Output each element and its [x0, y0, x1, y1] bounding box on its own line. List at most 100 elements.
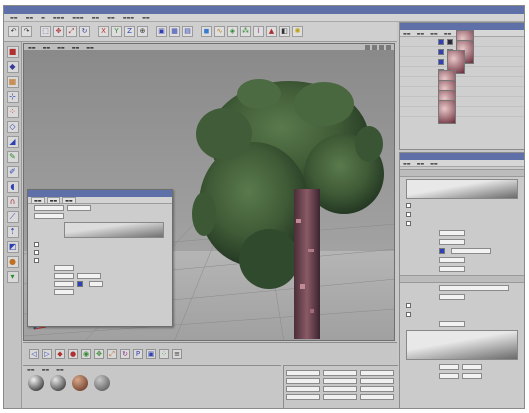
scale-icon[interactable]: ⤢	[66, 26, 77, 37]
menu-item[interactable]: ▬▬	[417, 31, 425, 36]
array-icon[interactable]: ⁂	[240, 26, 251, 37]
object-mode-icon[interactable]: ◆	[6, 61, 19, 73]
attribute-field[interactable]	[439, 256, 465, 263]
paint-icon[interactable]: ✎	[6, 151, 19, 163]
object-row[interactable]	[400, 49, 524, 74]
timeline-settings-icon[interactable]: ≡	[172, 348, 182, 359]
attribute-section-header[interactable]	[400, 275, 524, 283]
menu-item[interactable]: ▬▬	[27, 367, 35, 372]
cube-icon[interactable]: ◼	[201, 26, 212, 37]
coordinate-field[interactable]	[286, 394, 320, 400]
scale-key-icon[interactable]: ⤢	[107, 348, 117, 359]
render-settings-icon[interactable]: ▤	[182, 26, 193, 37]
object-row[interactable]	[400, 79, 524, 104]
play-icon[interactable]: ▷	[42, 348, 52, 359]
dialog-tab[interactable]: ▬▬	[31, 196, 45, 204]
autokey-icon[interactable]: ◉	[81, 348, 91, 359]
value-field[interactable]	[77, 273, 101, 279]
parameter-field[interactable]	[34, 213, 64, 219]
light-icon[interactable]: ✺	[292, 26, 303, 37]
attribute-field[interactable]	[439, 363, 459, 370]
menu-item[interactable]: ▬▬	[26, 15, 34, 20]
coordinate-field[interactable]	[360, 394, 394, 400]
menu-item[interactable]: ▬▬	[10, 15, 18, 20]
option-checkbox[interactable]	[34, 257, 39, 263]
dialog-tab[interactable]: ▬▬	[46, 196, 61, 204]
value-field[interactable]	[54, 273, 74, 279]
menu-item[interactable]: ▬▬	[430, 161, 438, 166]
preset-field[interactable]	[67, 205, 91, 211]
attribute-field[interactable]	[462, 363, 482, 370]
attribute-field[interactable]	[439, 293, 465, 300]
material-swatch[interactable]	[49, 375, 67, 399]
menu-item[interactable]: ▬▬	[107, 15, 115, 20]
scene-icon[interactable]: ▲	[266, 26, 277, 37]
menu-item[interactable]: ▬▬▬	[123, 15, 134, 20]
object-tag-icon[interactable]	[438, 48, 444, 55]
attribute-section-header[interactable]	[400, 169, 524, 177]
spline-icon[interactable]: ∿	[214, 26, 225, 37]
coordinate-field[interactable]	[360, 370, 394, 376]
live-select-icon[interactable]: ⬚	[40, 26, 51, 37]
axis-mode-icon[interactable]: ⊹	[6, 91, 19, 103]
material-tag-icon[interactable]	[438, 99, 456, 124]
x-axis-icon[interactable]: X	[98, 26, 109, 37]
menu-item[interactable]: ▬▬	[403, 161, 411, 166]
attribute-checkbox[interactable]	[406, 221, 411, 226]
value-field[interactable]	[89, 281, 103, 287]
color-swatch[interactable]	[77, 281, 83, 287]
attribute-checkbox[interactable]	[406, 203, 411, 208]
coordinate-field[interactable]	[360, 386, 394, 392]
attribute-checkbox[interactable]	[406, 303, 411, 308]
coordinate-icon[interactable]: ⊕	[137, 26, 148, 37]
coordinate-field[interactable]	[323, 378, 357, 384]
model-mode-icon[interactable]: ■	[6, 46, 19, 58]
z-axis-icon[interactable]: Z	[124, 26, 135, 37]
y-axis-icon[interactable]: Y	[111, 26, 122, 37]
menu-item[interactable]: ▬▬	[417, 161, 425, 166]
points-mode-icon[interactable]: ⁘	[6, 106, 19, 118]
color-swatch[interactable]	[439, 247, 445, 254]
coordinate-field[interactable]	[323, 370, 357, 376]
edges-mode-icon[interactable]: ◇	[6, 121, 19, 133]
object-tag-icon[interactable]	[438, 38, 444, 45]
texture-mode-icon[interactable]: ▦	[6, 76, 19, 88]
camera-icon[interactable]: ◧	[279, 26, 290, 37]
attribute-field[interactable]	[439, 265, 465, 272]
lock-icon[interactable]: ▾	[6, 271, 19, 283]
menu-item[interactable]: ▬▬▬	[72, 15, 83, 20]
coordinate-field[interactable]	[323, 386, 357, 392]
move-icon[interactable]: ✥	[53, 26, 64, 37]
sculpt-icon[interactable]: ◖	[6, 181, 19, 193]
pla-key-icon[interactable]: ▣	[146, 348, 156, 359]
attribute-checkbox[interactable]	[406, 212, 411, 217]
material-swatch[interactable]	[27, 375, 45, 399]
attribute-field[interactable]	[439, 284, 509, 291]
tree-generator-dialog[interactable]: ▬▬ ▬▬ ▬▬	[27, 189, 173, 327]
rotate-key-icon[interactable]: ↻	[120, 348, 130, 359]
smooth-icon[interactable]: ●	[6, 256, 19, 268]
attribute-field[interactable]	[439, 320, 465, 327]
menu-item[interactable]: ▬▬	[42, 367, 50, 372]
menu-item[interactable]: ▬▬	[444, 31, 452, 36]
object-row[interactable]	[400, 89, 524, 114]
move-key-icon[interactable]: ✥	[94, 348, 104, 359]
attribute-field[interactable]	[451, 247, 491, 254]
value-field[interactable]	[54, 265, 74, 271]
undo-icon[interactable]: ↶	[8, 26, 19, 37]
keyframe-icon[interactable]: ◆	[55, 348, 65, 359]
object-tag-icon[interactable]	[447, 38, 453, 45]
attribute-checkbox[interactable]	[406, 312, 411, 317]
value-field[interactable]	[54, 289, 74, 295]
attribute-field[interactable]	[439, 238, 465, 245]
menu-item[interactable]: ▬▬	[403, 31, 411, 36]
object-row[interactable]	[400, 99, 524, 124]
brush-icon[interactable]: ✐	[6, 166, 19, 178]
coordinate-field[interactable]	[286, 386, 320, 392]
coordinate-field[interactable]	[360, 378, 394, 384]
menu-item[interactable]: ▬▬▬	[53, 15, 64, 20]
magnet-icon[interactable]: ∩	[6, 196, 19, 208]
object-row[interactable]	[400, 69, 524, 94]
material-swatch[interactable]	[93, 375, 111, 399]
dialog-tab[interactable]: ▬▬	[62, 196, 76, 204]
